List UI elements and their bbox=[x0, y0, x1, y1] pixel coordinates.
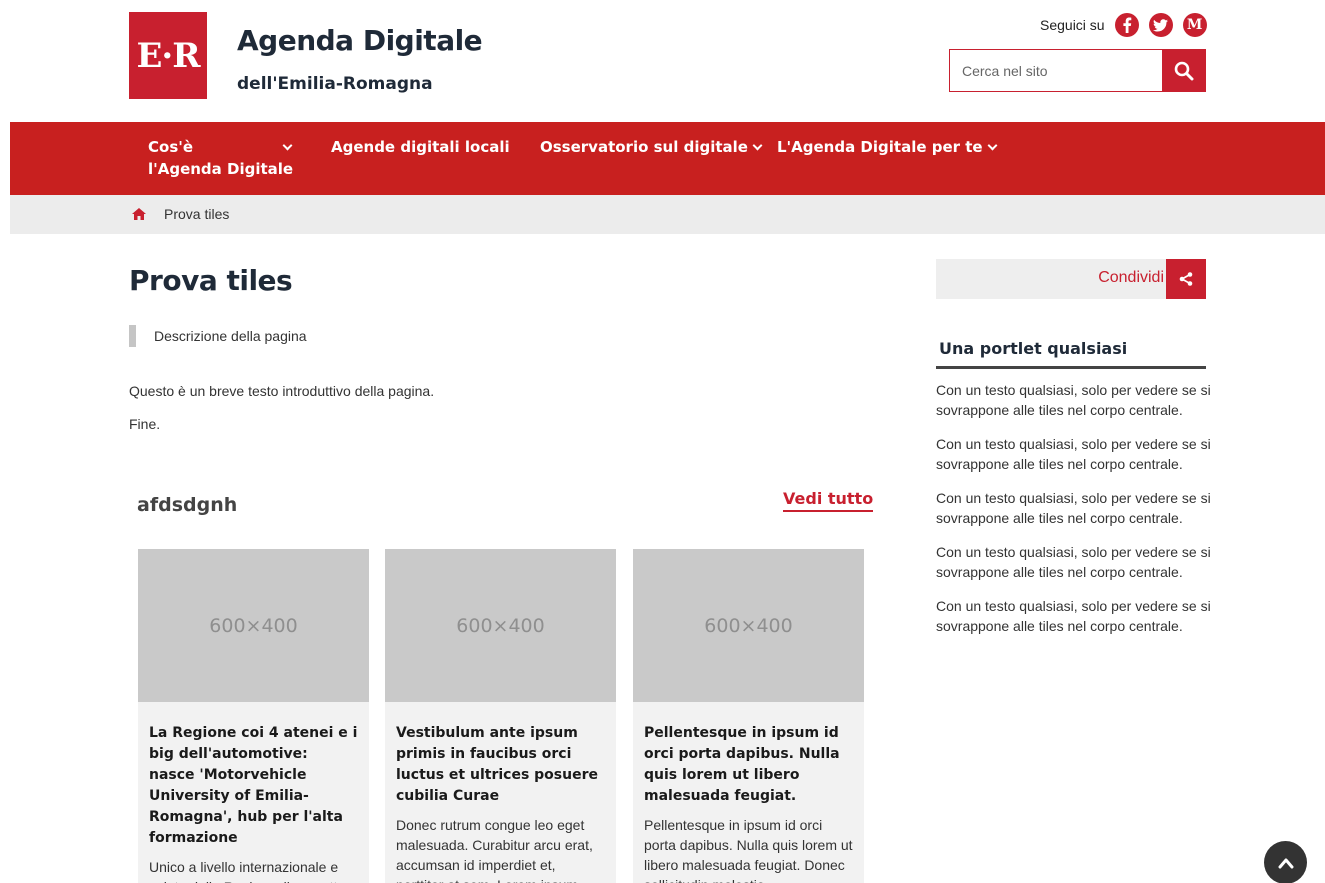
tile-text: Pellentesque in ipsum id orci porta dapi… bbox=[644, 817, 853, 883]
nav-item-label: L'Agenda Digitale per te bbox=[777, 138, 983, 156]
news-tile[interactable]: 600×400 La Regione coi 4 atenei e i big … bbox=[138, 549, 369, 883]
share-icon bbox=[1179, 272, 1193, 286]
main-navigation: Cos'è l'Agenda Digitale Agende digitali … bbox=[10, 122, 1325, 195]
nav-item-cos-e[interactable]: Cos'è l'Agenda Digitale bbox=[148, 136, 298, 180]
chevron-down-icon bbox=[752, 140, 763, 151]
tiles-section-title: afdsdgnh bbox=[137, 494, 238, 516]
closing-text: Fine. bbox=[129, 416, 161, 432]
site-logo[interactable]: E·R bbox=[129, 12, 207, 99]
nav-item-osservatorio[interactable]: Osservatorio sul digitale bbox=[540, 136, 763, 158]
nav-item-label: l'Agenda Digitale bbox=[148, 160, 294, 178]
logo-text: E·R bbox=[136, 35, 200, 76]
search-button[interactable] bbox=[1162, 49, 1206, 92]
tile-title[interactable]: La Regione coi 4 atenei e i big dell'aut… bbox=[149, 723, 358, 849]
share-bar: Condividi bbox=[936, 259, 1206, 299]
medium-icon[interactable]: M bbox=[1182, 13, 1207, 37]
tile-image-placeholder: 600×400 bbox=[633, 549, 864, 702]
social-follow: Seguici su M bbox=[1040, 12, 1207, 38]
tile-title[interactable]: Vestibulum ante ipsum primis in faucibus… bbox=[396, 723, 605, 807]
news-tile[interactable]: 600×400 Pellentesque in ipsum id orci po… bbox=[633, 549, 864, 883]
news-tile[interactable]: 600×400 Vestibulum ante ipsum primis in … bbox=[385, 549, 616, 883]
site-subtitle: dell'Emilia-Romagna bbox=[237, 74, 433, 94]
portlet-item: Con un testo qualsiasi, solo per vedere … bbox=[936, 544, 1211, 580]
portlet-item: Con un testo qualsiasi, solo per vedere … bbox=[936, 490, 1211, 526]
portlet-item: Con un testo qualsiasi, solo per vedere … bbox=[936, 382, 1211, 418]
search-icon bbox=[1174, 61, 1194, 80]
tile-image-placeholder: 600×400 bbox=[138, 549, 369, 702]
see-all-link[interactable]: Vedi tutto bbox=[783, 489, 874, 512]
intro-text: Questo è un breve testo introduttivo del… bbox=[129, 383, 435, 399]
chevron-up-icon bbox=[1278, 858, 1293, 868]
facebook-icon[interactable] bbox=[1114, 13, 1139, 37]
share-button[interactable] bbox=[1166, 259, 1206, 299]
tile-text: Unico a livello internazionale e voluto … bbox=[149, 859, 345, 883]
search-form bbox=[949, 49, 1206, 92]
twitter-icon[interactable] bbox=[1148, 13, 1173, 37]
tile-title[interactable]: Pellentesque in ipsum id orci porta dapi… bbox=[644, 723, 853, 807]
nav-item-agende-locali[interactable]: Agende digitali locali bbox=[331, 136, 510, 158]
portlet-list: Con un testo qualsiasi, solo per vedere … bbox=[936, 380, 1211, 650]
breadcrumb: Prova tiles bbox=[10, 195, 1325, 234]
page-title: Prova tiles bbox=[129, 264, 293, 297]
site-title[interactable]: Agenda Digitale bbox=[237, 24, 483, 57]
page-description: Descrizione della pagina bbox=[129, 325, 307, 347]
site-header: E·R Agenda Digitale dell'Emilia-Romagna … bbox=[0, 0, 1325, 122]
chevron-down-icon bbox=[282, 140, 293, 151]
nav-item-label: Cos'è bbox=[148, 138, 194, 156]
portlet-title: Una portlet qualsiasi bbox=[936, 339, 1206, 369]
home-icon[interactable] bbox=[132, 208, 146, 220]
share-label[interactable]: Condividi bbox=[1098, 269, 1164, 287]
tile-image-placeholder: 600×400 bbox=[385, 549, 616, 702]
tile-text: Donec rutrum congue leo eget malesuada. … bbox=[396, 817, 593, 883]
nav-item-label: Agende digitali locali bbox=[331, 138, 510, 156]
breadcrumb-current: Prova tiles bbox=[164, 206, 230, 222]
back-to-top-button[interactable] bbox=[1264, 841, 1307, 883]
portlet-item: Con un testo qualsiasi, solo per vedere … bbox=[936, 436, 1211, 472]
follow-label: Seguici su bbox=[1040, 17, 1105, 33]
nav-item-agenda-per-te[interactable]: L'Agenda Digitale per te bbox=[777, 136, 998, 158]
chevron-down-icon bbox=[987, 140, 998, 151]
portlet-item: Con un testo qualsiasi, solo per vedere … bbox=[936, 598, 1211, 634]
search-input[interactable] bbox=[949, 49, 1162, 92]
nav-item-label: Osservatorio sul digitale bbox=[540, 138, 748, 156]
